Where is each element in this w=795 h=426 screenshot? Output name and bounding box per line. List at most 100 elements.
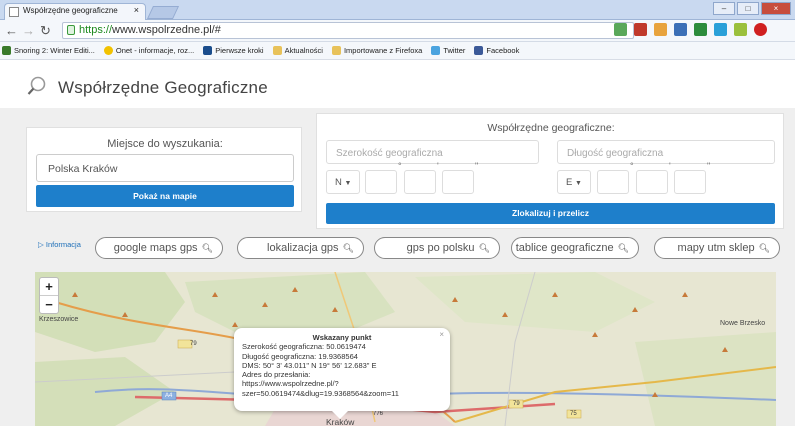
map-city-label: Krzeszowice xyxy=(39,316,79,323)
address-bar[interactable]: https://www.wspolrzedne.pl/# ☆ xyxy=(62,22,634,39)
url-scheme: https:// xyxy=(79,24,113,36)
info-link[interactable]: ▷ Informacja xyxy=(38,240,81,249)
bookmark-label: Snoring 2: Winter Editi... xyxy=(14,46,95,55)
place-search-label: Miejsce do wyszukania: xyxy=(107,138,223,150)
bookmark-label: Twitter xyxy=(443,46,466,55)
popup-close-icon[interactable]: × xyxy=(439,330,444,339)
bookmark-item[interactable]: Twitter xyxy=(431,46,465,55)
close-window-button[interactable]: × xyxy=(761,2,791,15)
extension-3-icon[interactable] xyxy=(654,23,667,36)
search-icon: 🔍︎ xyxy=(201,243,213,253)
back-arrow-icon[interactable]: ← xyxy=(5,23,18,38)
popup-link[interactable]: https://www.wspolrzedne.pl/? xyxy=(242,379,442,388)
pill-label: google maps gps xyxy=(113,242,198,254)
facebook-icon xyxy=(474,46,484,55)
latitude-direction-select[interactable]: N ▼ xyxy=(326,170,360,194)
extension-5-icon[interactable] xyxy=(694,23,707,36)
latitude-degrees-input[interactable] xyxy=(365,170,397,194)
popup-tip xyxy=(332,411,348,419)
longitude-seconds-input[interactable] xyxy=(674,170,706,194)
popup-line: Adres do przesłania: xyxy=(242,370,311,380)
page-favicon-icon xyxy=(9,7,19,17)
browser-titlebar: Współrzędne geograficzne × – □ × xyxy=(0,0,795,20)
search-icon: 🔍︎ xyxy=(617,243,629,253)
popup-line: DMS: 50° 3' 43.011" N 19° 56' 12.683" E xyxy=(242,360,377,370)
window-controls: – □ × xyxy=(713,2,791,15)
latitude-minutes-input[interactable] xyxy=(404,170,436,194)
pill-label: lokalizacja gps xyxy=(267,242,339,254)
extension-2-icon[interactable] xyxy=(634,23,647,36)
search-icon: 🔍︎ xyxy=(342,243,354,253)
bookmark-1-icon xyxy=(103,46,113,55)
latitude-input[interactable]: Szerokość geograficzna xyxy=(326,140,539,164)
maximize-button[interactable]: □ xyxy=(737,2,759,15)
lock-icon xyxy=(67,25,75,35)
play-icon: ▷ xyxy=(38,240,44,249)
minimize-button[interactable]: – xyxy=(713,2,735,15)
browser-tab[interactable]: Współrzędne geograficzne × xyxy=(4,3,146,20)
minute-symbol: ' xyxy=(437,161,439,171)
reload-icon[interactable]: ↻ xyxy=(40,23,51,39)
show-on-map-button[interactable]: Pokaż na mapie xyxy=(36,185,294,207)
zoom-in-button[interactable]: + xyxy=(40,278,58,296)
bookmark-label: Onet - informacje, roz... xyxy=(115,46,195,55)
bookmark-label: Facebook xyxy=(486,46,520,55)
place-search-card: Miejsce do wyszukania: Polska Kraków Pok… xyxy=(26,127,302,212)
site-title[interactable]: Współrzędne Geograficzne xyxy=(58,78,268,98)
latitude-direction-value: N xyxy=(335,177,342,188)
info-link-label: Informacja xyxy=(45,240,81,249)
second-symbol: " xyxy=(707,161,711,171)
search-icon: 🔍︎ xyxy=(758,243,770,253)
road-label: 79 xyxy=(190,341,197,347)
tab-close-icon[interactable]: × xyxy=(134,5,139,15)
longitude-minutes-input[interactable] xyxy=(636,170,668,194)
longitude-degrees-input[interactable] xyxy=(597,170,629,194)
pill-link[interactable]: gps po polsku 🔍︎ xyxy=(374,237,500,259)
extension-icons xyxy=(614,23,767,36)
new-tab-button[interactable] xyxy=(146,6,180,19)
forward-arrow-icon[interactable]: → xyxy=(22,23,35,38)
url-text: www.wspolrzedne.pl/# xyxy=(112,24,221,36)
pill-link[interactable]: google maps gps 🔍︎ xyxy=(95,237,223,259)
search-icon: 🔍︎ xyxy=(478,243,490,253)
magnifier-logo-icon xyxy=(27,76,46,95)
bookmark-item[interactable]: Pierwsze kroki xyxy=(203,46,264,55)
longitude-direction-select[interactable]: E ▼ xyxy=(557,170,591,194)
popup-line: Szerokość geograficzna: 50.0619474 xyxy=(242,342,366,352)
bookmark-label: Aktualności xyxy=(284,46,323,55)
extension-6-icon[interactable] xyxy=(714,23,727,36)
popup-link[interactable]: szer=50.0619474&dlug=19.9368564&zoom=11 xyxy=(242,389,442,398)
extension-8-icon[interactable] xyxy=(754,23,767,36)
second-symbol: " xyxy=(475,161,479,171)
pill-label: tablice geograficzne xyxy=(515,242,614,254)
bookmark-item[interactable]: Facebook xyxy=(474,46,519,55)
bookmark-label: Importowane z Firefoxa xyxy=(343,46,423,55)
site-header: Współrzędne Geograficzne xyxy=(0,61,795,108)
bookmark-item[interactable]: Aktualności xyxy=(272,46,323,55)
map-popup: × Wskazany punkt Szerokość geograficzna:… xyxy=(234,328,450,419)
longitude-input[interactable]: Długość geograficzna xyxy=(557,140,775,164)
bookmark-item[interactable]: Onet - informacje, roz... xyxy=(103,46,195,55)
bookmark-item[interactable]: Snoring 2: Winter Editi... xyxy=(2,46,95,55)
browser-toolbar: ← → ↻ https://www.wspolrzedne.pl/# ☆ xyxy=(0,20,795,42)
road-label: 79 xyxy=(513,401,520,407)
bookmark-item[interactable]: Importowane z Firefoxa xyxy=(331,46,423,55)
bookmarks-bar: Snoring 2: Winter Editi... Onet - inform… xyxy=(0,42,795,60)
road-label: 75 xyxy=(570,411,577,417)
dropdown-caret-icon: ▼ xyxy=(574,180,582,187)
degree-symbol: ° xyxy=(398,161,402,171)
extension-4-icon[interactable] xyxy=(674,23,687,36)
extension-7-icon[interactable] xyxy=(734,23,747,36)
dropdown-caret-icon: ▼ xyxy=(344,180,352,187)
zoom-out-button[interactable]: − xyxy=(40,296,58,314)
bookmark-2-icon xyxy=(203,46,213,55)
pill-link[interactable]: mapy utm sklep 🔍︎ xyxy=(654,237,780,259)
latitude-seconds-input[interactable] xyxy=(442,170,474,194)
locate-and-convert-button[interactable]: Zlokalizuj i przelicz xyxy=(326,203,775,224)
pill-link[interactable]: lokalizacja gps 🔍︎ xyxy=(237,237,364,259)
pill-link[interactable]: tablice geograficzne 🔍︎ xyxy=(511,237,639,259)
bookmark-0-icon xyxy=(2,46,11,55)
pill-label: mapy utm sklep xyxy=(677,242,755,254)
place-search-input[interactable]: Polska Kraków xyxy=(36,154,294,182)
extension-1-icon[interactable] xyxy=(614,23,627,36)
